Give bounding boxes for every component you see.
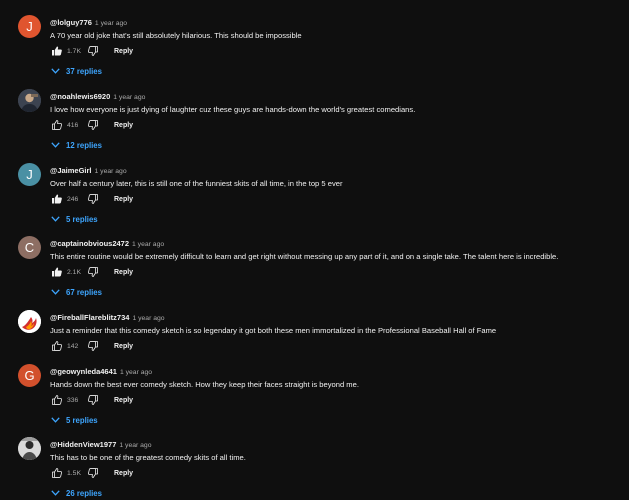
comment-text: Over half a century later, this is still… [50,179,343,188]
replies-count: 37 replies [66,66,102,76]
comment-author[interactable]: @geowynleda4641 [50,367,117,376]
dislike-button[interactable] [86,192,100,206]
like-button[interactable] [50,44,64,58]
replies-count: 67 replies [66,287,102,297]
chevron-down-icon [51,142,60,148]
thumb-up-icon [51,119,63,131]
reply-button[interactable]: Reply [114,470,133,477]
thumb-down-icon [87,45,99,57]
like-button[interactable] [50,339,64,353]
chevron-down-icon [51,68,60,74]
comment-author[interactable]: @noahlewis6920 [50,92,110,101]
comment-author[interactable]: @lolguy776 [50,18,92,27]
replies-count: 12 replies [66,140,102,150]
avatar[interactable]: J [18,163,41,186]
comment-time[interactable]: 1 year ago [95,20,127,27]
comment-time[interactable]: 1 year ago [119,442,151,449]
thumb-up-icon [51,193,63,205]
chevron-down-icon [51,289,60,295]
comment-time[interactable]: 1 year ago [132,241,164,248]
comment-time[interactable]: 1 year ago [113,94,145,101]
dislike-button[interactable] [86,265,100,279]
avatar-letter: J [26,167,33,182]
thumb-up-icon [51,45,63,57]
replies-count: 26 replies [66,488,102,498]
replies-count: 5 replies [66,415,98,425]
comment-time[interactable]: 1 year ago [132,315,164,322]
comment-author[interactable]: @FireballFlareblitz734 [50,313,129,322]
dislike-button[interactable] [86,44,100,58]
thumb-down-icon [87,340,99,352]
thumb-up-icon [51,266,63,278]
thumb-down-icon [87,119,99,131]
reply-button[interactable]: Reply [114,196,133,203]
reply-button[interactable]: Reply [114,269,133,276]
view-replies-button[interactable]: 5 replies [51,212,610,226]
like-button[interactable] [50,118,64,132]
avatar[interactable] [18,310,41,333]
comment-author[interactable]: @HiddenView1977 [50,440,116,449]
thumb-up-icon [51,340,63,352]
comment-time[interactable]: 1 year ago [120,369,152,376]
like-count: 2.1K [67,268,81,276]
avatar[interactable]: C [18,236,41,259]
comment-text: I love how everyone is just dying of lau… [50,105,416,114]
avatar-letter: C [24,240,35,255]
avatar[interactable]: G [18,364,41,387]
like-count: 1.5K [67,469,81,477]
like-count: 1.7K [67,47,81,55]
avatar[interactable]: J [18,15,41,38]
like-count: 246 [67,195,79,203]
view-replies-button[interactable]: 5 replies [51,413,610,427]
avatar-letter: J [26,19,33,34]
chevron-down-icon [51,216,60,222]
comment-text: Hands down the best ever comedy sketch. … [50,380,359,389]
like-button[interactable] [50,192,64,206]
thumb-up-icon [51,394,63,406]
thumb-down-icon [87,394,99,406]
dislike-button[interactable] [86,466,100,480]
view-replies-button[interactable]: 37 replies [51,64,610,78]
like-count: 416 [67,121,79,129]
reply-button[interactable]: Reply [114,48,133,55]
dislike-button[interactable] [86,393,100,407]
avatar[interactable] [18,89,41,112]
comment-text: This entire routine would be extremely d… [50,252,559,261]
view-replies-button[interactable]: 67 replies [51,285,610,299]
comment-time[interactable]: 1 year ago [95,168,127,175]
dislike-button[interactable] [86,118,100,132]
comment-text: Just a reminder that this comedy sketch … [50,326,497,335]
comment-text: A 70 year old joke that's still absolute… [50,31,302,40]
replies-count: 5 replies [66,214,98,224]
dislike-button[interactable] [86,339,100,353]
like-button[interactable] [50,265,64,279]
reply-button[interactable]: Reply [114,343,133,350]
comment-author[interactable]: @captainobvious2472 [50,239,129,248]
like-button[interactable] [50,393,64,407]
like-count: 336 [67,396,79,404]
thumb-up-icon [51,467,63,479]
view-replies-button[interactable]: 26 replies [51,486,610,500]
avatar-letter: G [24,368,35,383]
comment-author[interactable]: @JaimeGirl [50,166,92,175]
chevron-down-icon [51,490,60,496]
reply-button[interactable]: Reply [114,397,133,404]
comment-text: This has to be one of the greatest comed… [50,453,246,462]
like-button[interactable] [50,466,64,480]
chevron-down-icon [51,417,60,423]
thumb-down-icon [87,266,99,278]
like-count: 142 [67,342,79,350]
thumb-down-icon [87,193,99,205]
reply-button[interactable]: Reply [114,122,133,129]
thumb-down-icon [87,467,99,479]
view-replies-button[interactable]: 12 replies [51,138,610,152]
avatar[interactable] [18,437,41,460]
